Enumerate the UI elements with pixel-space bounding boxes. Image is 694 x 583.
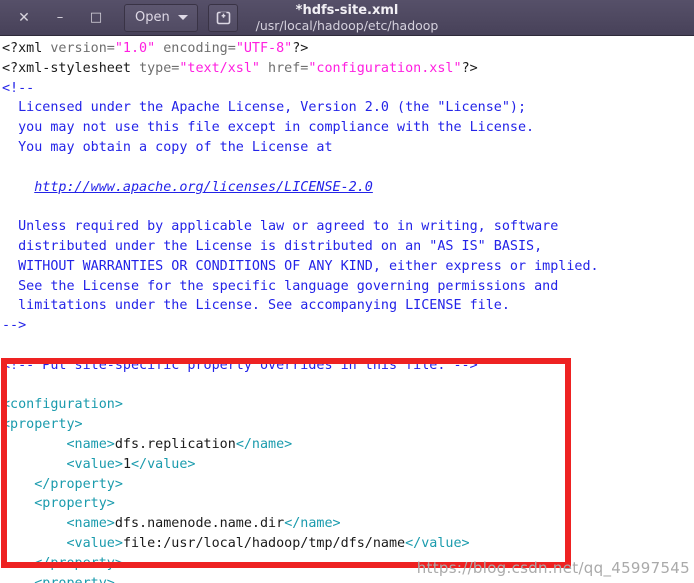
code-token-tag: <property> — [2, 417, 83, 433]
code-token-attr: href= — [260, 60, 309, 76]
code-line[interactable]: <?xml version="1.0" encoding="UTF-8"?> — [2, 39, 694, 59]
code-line[interactable] — [2, 336, 694, 356]
code-token-cmt: See the License for the specific languag… — [2, 278, 559, 294]
code-token-txt: file:/usr/local/hadoop/tmp/dfs/name — [122, 535, 406, 551]
code-token-pi: <?xml — [2, 41, 51, 56]
code-token-tag: </property> — [34, 555, 123, 571]
code-token-cmt: <!-- Put site-specific property override… — [2, 357, 478, 373]
code-line[interactable] — [2, 376, 694, 396]
code-token-cmt: Unless required by applicable law or agr… — [2, 219, 559, 235]
code-token-pi: <?xml-stylesheet — [2, 60, 140, 76]
code-line[interactable]: distributed under the License is distrib… — [2, 237, 694, 257]
code-line[interactable]: --> — [2, 316, 694, 336]
code-token-tag: </name> — [284, 516, 341, 532]
code-token-aval: "configuration.xsl" — [308, 60, 462, 76]
code-token-cmt: <!-- — [2, 80, 35, 96]
code-token-tag: <configuration> — [2, 397, 123, 413]
code-line[interactable]: </property> — [2, 554, 694, 574]
chevron-down-icon — [177, 15, 188, 20]
code-line[interactable]: <configuration> — [2, 395, 694, 415]
code-token-cmt: you may not use this file except in comp… — [2, 120, 535, 136]
gedit-window: ✕ – □ Open *hdfs-site.xml /usr/local/had… — [0, 0, 694, 583]
code-token-attr: encoding= — [155, 41, 236, 56]
code-token-cmt — [2, 180, 34, 195]
code-token-cmt: distributed under the License is distrib… — [2, 238, 543, 254]
code-line[interactable]: <name>dfs.replication</name> — [2, 435, 694, 455]
code-token-tag: <property> — [34, 496, 115, 512]
code-token-cmt: --> — [2, 318, 27, 334]
code-token-tag: <property> — [34, 576, 115, 583]
code-token-cmt: You may obtain a copy of the License at — [2, 139, 333, 155]
code-token-txt: dfs.replication — [114, 436, 236, 452]
code-token-tag: </value> — [131, 456, 196, 472]
code-line[interactable]: <property> — [2, 415, 694, 435]
save-icon — [215, 9, 232, 26]
open-button[interactable]: Open — [124, 3, 198, 32]
code-token-tag: <name> — [66, 516, 115, 532]
window-subtitle-path: /usr/local/hadoop/etc/hadoop — [255, 18, 439, 33]
text-editor-area[interactable]: <?xml version="1.0" encoding="UTF-8"?> <?… — [0, 36, 694, 583]
save-button[interactable] — [208, 3, 238, 32]
code-token-pi: ?> — [292, 41, 309, 56]
code-line[interactable] — [2, 197, 694, 217]
code-token-cmt: WITHOUT WARRANTIES OR CONDITIONS OF ANY … — [2, 258, 599, 274]
code-token-cmt: limitations under the License. See accom… — [2, 298, 510, 314]
code-line[interactable]: limitations under the License. See accom… — [2, 296, 694, 316]
code-line[interactable]: <property> — [2, 574, 694, 583]
code-token-tag: </property> — [34, 476, 123, 492]
code-token-tag: <name> — [66, 436, 115, 452]
code-token-tag: <value> — [66, 456, 123, 472]
open-button-label: Open — [135, 10, 170, 25]
code-token-cmt: Licensed under the Apache License, Versi… — [2, 100, 527, 116]
code-line[interactable]: WITHOUT WARRANTIES OR CONDITIONS OF ANY … — [2, 257, 694, 277]
code-token-tag: </value> — [405, 535, 470, 551]
code-line[interactable]: See the License for the specific languag… — [2, 277, 694, 297]
code-line[interactable]: <!-- — [2, 79, 694, 99]
code-line[interactable]: <?xml-stylesheet type="text/xsl" href="c… — [2, 59, 694, 79]
code-token-link: http://www.apache.org/licenses/LICENSE-2… — [34, 179, 373, 195]
code-line[interactable]: Unless required by applicable law or agr… — [2, 217, 694, 237]
code-token-attr: version= — [50, 41, 115, 56]
code-line[interactable]: you may not use this file except in comp… — [2, 118, 694, 138]
code-token-attr: type= — [139, 60, 180, 76]
code-line[interactable]: You may obtain a copy of the License at — [2, 138, 694, 158]
code-line[interactable]: <value>1</value> — [2, 455, 694, 475]
code-line[interactable]: <name>dfs.namenode.name.dir</name> — [2, 514, 694, 534]
code-token-aval: "1.0" — [114, 41, 156, 56]
close-window-button[interactable]: ✕ — [6, 3, 42, 33]
code-line[interactable]: <value>file:/usr/local/hadoop/tmp/dfs/na… — [2, 534, 694, 554]
code-line[interactable] — [2, 158, 694, 178]
code-token-pi: ?> — [461, 60, 478, 76]
code-line[interactable]: </property> — [2, 475, 694, 495]
code-line[interactable]: <!-- Put site-specific property override… — [2, 356, 694, 376]
xml-source-code[interactable]: <?xml version="1.0" encoding="UTF-8"?> <?… — [2, 39, 694, 583]
code-token-txt: 1 — [122, 456, 131, 472]
code-line[interactable]: Licensed under the Apache License, Versi… — [2, 98, 694, 118]
minimize-window-button[interactable]: – — [42, 3, 78, 33]
page-title: *hdfs-site.xml — [295, 3, 399, 18]
code-line[interactable]: <property> — [2, 494, 694, 514]
code-token-aval: "text/xsl" — [179, 60, 260, 76]
code-token-aval: "UTF-8" — [235, 41, 293, 56]
code-line[interactable]: http://www.apache.org/licenses/LICENSE-2… — [2, 178, 694, 198]
code-token-tag: </name> — [235, 436, 293, 452]
maximize-window-button[interactable]: □ — [78, 3, 114, 33]
window-controls: ✕ – □ — [6, 3, 114, 33]
code-token-tag: <value> — [66, 535, 123, 551]
code-token-txt: dfs.namenode.name.dir — [114, 516, 285, 532]
titlebar: ✕ – □ Open *hdfs-site.xml /usr/local/had… — [0, 0, 694, 36]
